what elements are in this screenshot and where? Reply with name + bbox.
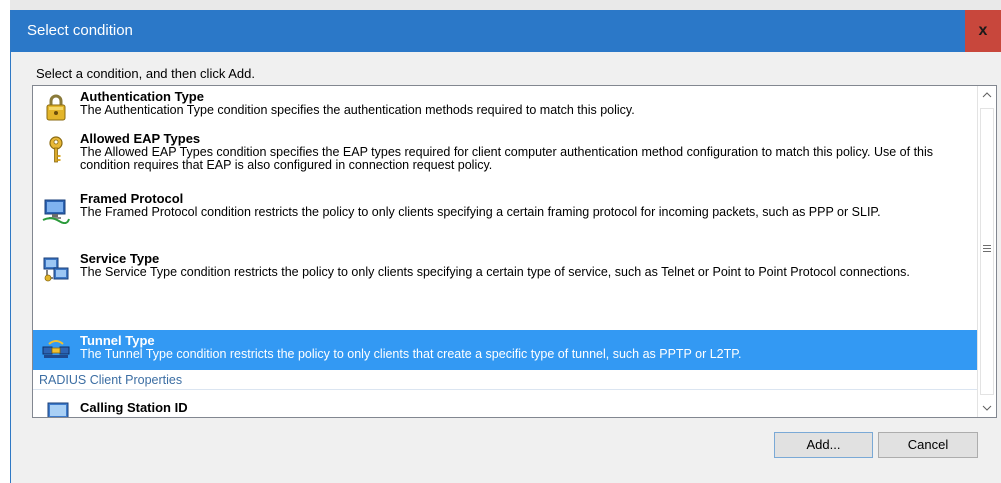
item-name: Service Type <box>80 251 160 266</box>
cancel-button[interactable]: Cancel <box>878 432 978 458</box>
vertical-scrollbar[interactable] <box>977 86 996 417</box>
scroll-grip-icon <box>983 245 991 253</box>
list-item-authentication-type[interactable]: Authentication Type The Authentication T… <box>33 86 977 128</box>
list-item-tunnel-type[interactable]: Tunnel Type The Tunnel Type condition re… <box>33 330 977 370</box>
background-left-strip <box>0 0 10 483</box>
scroll-down-arrow-icon[interactable] <box>978 399 996 417</box>
list-item-calling-station-id[interactable]: Calling Station ID <box>33 392 977 417</box>
group-header-radius-client-properties: RADIUS Client Properties <box>33 372 977 390</box>
item-name: Framed Protocol <box>80 191 184 206</box>
instruction-text: Select a condition, and then click Add. <box>36 66 255 81</box>
list-item-allowed-eap-types[interactable]: Allowed EAP Types The Allowed EAP Types … <box>33 128 977 188</box>
item-description: The Allowed EAP Types condition specifie… <box>80 145 934 172</box>
group-header-label: RADIUS Client Properties <box>39 373 183 387</box>
list-item-service-type[interactable]: Service Type The Service Type condition … <box>33 248 977 308</box>
condition-list-content: Authentication Type The Authentication T… <box>33 86 977 417</box>
scroll-thumb[interactable] <box>980 108 994 395</box>
item-name: Tunnel Type <box>80 333 155 348</box>
condition-list[interactable]: Authentication Type The Authentication T… <box>32 85 997 418</box>
service-network-icon <box>41 254 71 284</box>
tunnel-icon <box>41 335 71 365</box>
select-condition-dialog: Select condition x Select a condition, a… <box>10 10 1001 483</box>
close-button[interactable]: x <box>965 10 1001 52</box>
list-item-framed-protocol[interactable]: Framed Protocol The Framed Protocol cond… <box>33 188 977 248</box>
dialog-title: Select condition <box>27 22 133 39</box>
item-name: Calling Station ID <box>80 400 188 415</box>
add-button[interactable]: Add... <box>774 432 873 458</box>
key-icon <box>41 134 71 164</box>
network-computer-icon <box>41 194 71 225</box>
item-description: The Tunnel Type condition restricts the … <box>80 347 742 361</box>
item-name: Allowed EAP Types <box>80 131 201 146</box>
monitor-icon <box>47 401 77 417</box>
title-bar[interactable]: Select condition x <box>11 10 1001 52</box>
item-description: The Framed Protocol condition restricts … <box>80 205 881 219</box>
item-description: The Authentication Type condition specif… <box>80 103 635 117</box>
background-window-strip <box>0 0 1001 10</box>
padlock-icon <box>41 92 71 122</box>
item-description: The Service Type condition restricts the… <box>80 265 910 279</box>
scroll-up-arrow-icon[interactable] <box>978 86 996 104</box>
item-name: Authentication Type <box>80 89 204 104</box>
